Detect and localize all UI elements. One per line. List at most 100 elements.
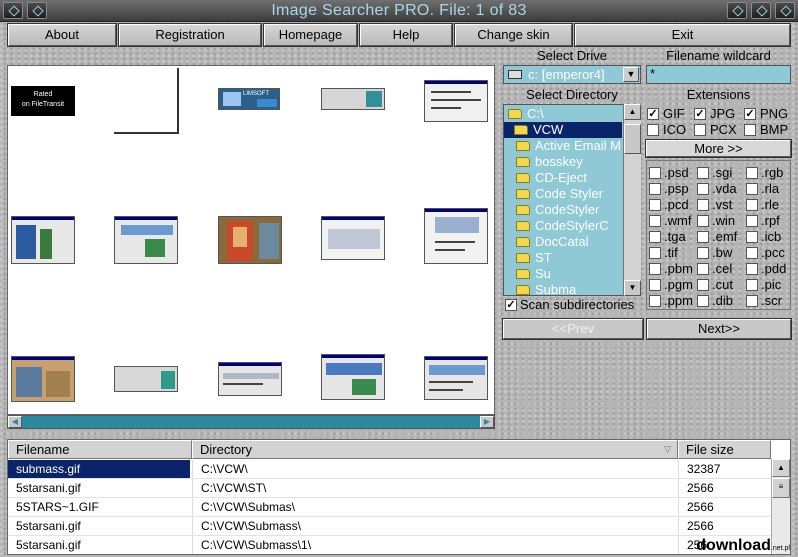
maximize-icon[interactable] <box>751 2 771 19</box>
table-row[interactable]: 5starsani.gif C:\VCW\ST\ 2566 <box>8 479 774 498</box>
scroll-thumb[interactable] <box>624 124 641 154</box>
thumbnail[interactable] <box>424 80 488 122</box>
column-header-file-size[interactable]: File size <box>678 440 771 459</box>
directory-item[interactable]: bosskey <box>516 154 583 170</box>
directory-item[interactable]: Subma <box>516 282 576 295</box>
ext-checkbox[interactable] <box>697 295 709 307</box>
ext-checkbox[interactable] <box>649 263 661 275</box>
column-header-directory[interactable]: Directory ▽ <box>192 440 678 459</box>
ext-checkbox[interactable] <box>746 167 758 179</box>
ext-checkbox[interactable] <box>649 231 661 243</box>
chevron-down-icon[interactable]: ▼ <box>623 67 639 82</box>
ext-checkbox[interactable] <box>746 199 758 211</box>
ext-gif-label: GIF <box>663 106 685 121</box>
about-button[interactable]: About <box>7 23 117 47</box>
scroll-left-icon[interactable]: ◀ <box>8 416 22 428</box>
help-button[interactable]: Help <box>359 23 453 47</box>
directory-item-selected[interactable]: VCW <box>504 122 622 138</box>
directory-item[interactable]: CodeStyler <box>516 202 599 218</box>
directory-list[interactable]: C:\ VCW Active Email M bosskey CD-Eject … <box>503 104 641 296</box>
ext-png-checkbox[interactable]: ✓ <box>744 108 756 120</box>
ext-jpg-checkbox[interactable]: ✓ <box>694 108 706 120</box>
directory-item[interactable]: CodeStylerC <box>516 218 609 234</box>
ext-checkbox[interactable] <box>697 263 709 275</box>
ext-checkbox[interactable] <box>649 199 661 211</box>
ext-ico-checkbox[interactable] <box>647 124 659 136</box>
ext-gif-checkbox[interactable]: ✓ <box>647 108 659 120</box>
ext-checkbox[interactable] <box>746 263 758 275</box>
close-icon[interactable] <box>775 2 795 19</box>
homepage-button[interactable]: Homepage <box>263 23 358 47</box>
directory-item[interactable]: Su <box>516 266 551 282</box>
directory-item[interactable]: Code Styler <box>516 186 603 202</box>
directory-item[interactable]: C:\ <box>508 106 544 122</box>
ext-checkbox[interactable] <box>697 215 709 227</box>
scroll-right-icon[interactable]: ▶ <box>480 416 494 428</box>
ext-checkbox[interactable] <box>649 167 661 179</box>
ext-checkbox[interactable] <box>746 295 758 307</box>
filename-wildcard-input[interactable]: * <box>646 65 791 84</box>
thumbnail-scrollbar[interactable]: ◀ ▶ <box>7 415 495 429</box>
more-extensions-button[interactable]: More >> <box>645 139 792 158</box>
ext-bmp-checkbox[interactable] <box>744 124 756 136</box>
ext-label: .scr <box>761 293 782 308</box>
thumbnail[interactable] <box>321 354 385 400</box>
column-header-filename[interactable]: Filename <box>8 440 192 459</box>
thumbnail[interactable] <box>218 216 282 264</box>
ext-checkbox[interactable] <box>746 247 758 259</box>
minimize-icon[interactable] <box>727 2 747 19</box>
thumbnail[interactable] <box>114 68 179 134</box>
ext-checkbox[interactable] <box>746 231 758 243</box>
cell-filename: 5starsani.gif <box>16 538 81 552</box>
directory-item[interactable]: ST <box>516 250 552 266</box>
table-row[interactable]: 5STARS~1.GIF C:\VCW\Submas\ 2566 <box>8 498 774 517</box>
ext-checkbox[interactable] <box>746 279 758 291</box>
scroll-thumb[interactable]: ≡ <box>772 478 790 498</box>
ext-checkbox[interactable] <box>649 247 661 259</box>
ext-checkbox[interactable] <box>649 279 661 291</box>
thumbnail[interactable] <box>424 356 488 400</box>
ext-checkbox[interactable] <box>649 295 661 307</box>
thumbnail[interactable] <box>321 216 385 260</box>
table-row[interactable]: 5starsani.gif C:\VCW\Submass\1\ 256 <box>8 536 774 554</box>
thumbnail[interactable] <box>218 362 282 396</box>
drive-select[interactable]: c: [emperor4] ▼ <box>503 65 641 84</box>
cell-directory: C:\VCW\ST\ <box>192 479 676 497</box>
thumbnail[interactable] <box>321 88 385 110</box>
ext-checkbox[interactable] <box>697 279 709 291</box>
registration-button[interactable]: Registration <box>118 23 262 47</box>
ext-label: .ppm <box>664 293 693 308</box>
thumbnail[interactable] <box>11 356 75 402</box>
directory-item[interactable]: CD-Eject <box>516 170 587 186</box>
ext-checkbox[interactable] <box>746 183 758 195</box>
scan-subdirectories-checkbox[interactable]: ✓ <box>505 299 517 311</box>
thumbnail[interactable]: LIMSOFT <box>218 88 280 110</box>
directory-item[interactable]: DocCatal <box>516 234 588 250</box>
prev-button[interactable]: <<Prev <box>502 318 644 340</box>
ext-checkbox[interactable] <box>697 247 709 259</box>
change-skin-button[interactable]: Change skin <box>454 23 573 47</box>
ext-checkbox[interactable] <box>697 231 709 243</box>
scroll-up-icon[interactable]: ▲ <box>772 459 790 477</box>
ext-checkbox[interactable] <box>649 183 661 195</box>
table-row[interactable]: 5starsani.gif C:\VCW\Submass\ 2566 <box>8 517 774 536</box>
scroll-up-icon[interactable]: ▲ <box>624 104 641 120</box>
scroll-down-icon[interactable]: ▼ <box>624 280 641 296</box>
ext-checkbox[interactable] <box>697 183 709 195</box>
directory-scrollbar[interactable]: ▲ ▼ <box>623 104 641 296</box>
thumbnail[interactable] <box>114 366 178 392</box>
ext-pcx-checkbox[interactable] <box>694 124 706 136</box>
thumbnail[interactable] <box>424 208 488 264</box>
directory-item[interactable]: Active Email M <box>516 138 621 154</box>
ext-checkbox[interactable] <box>649 215 661 227</box>
thumbnail[interactable] <box>114 216 178 264</box>
ext-checkbox[interactable] <box>746 215 758 227</box>
next-button[interactable]: Next>> <box>646 318 792 340</box>
ext-checkbox[interactable] <box>697 167 709 179</box>
ext-checkbox[interactable] <box>697 199 709 211</box>
ext-pcx-label: PCX <box>710 122 737 137</box>
table-row[interactable]: submass.gif C:\VCW\ 32387 <box>8 460 774 479</box>
thumbnail[interactable]: Rated on FileTransit <box>11 86 75 116</box>
thumbnail[interactable] <box>11 216 75 264</box>
exit-button[interactable]: Exit <box>574 23 791 47</box>
